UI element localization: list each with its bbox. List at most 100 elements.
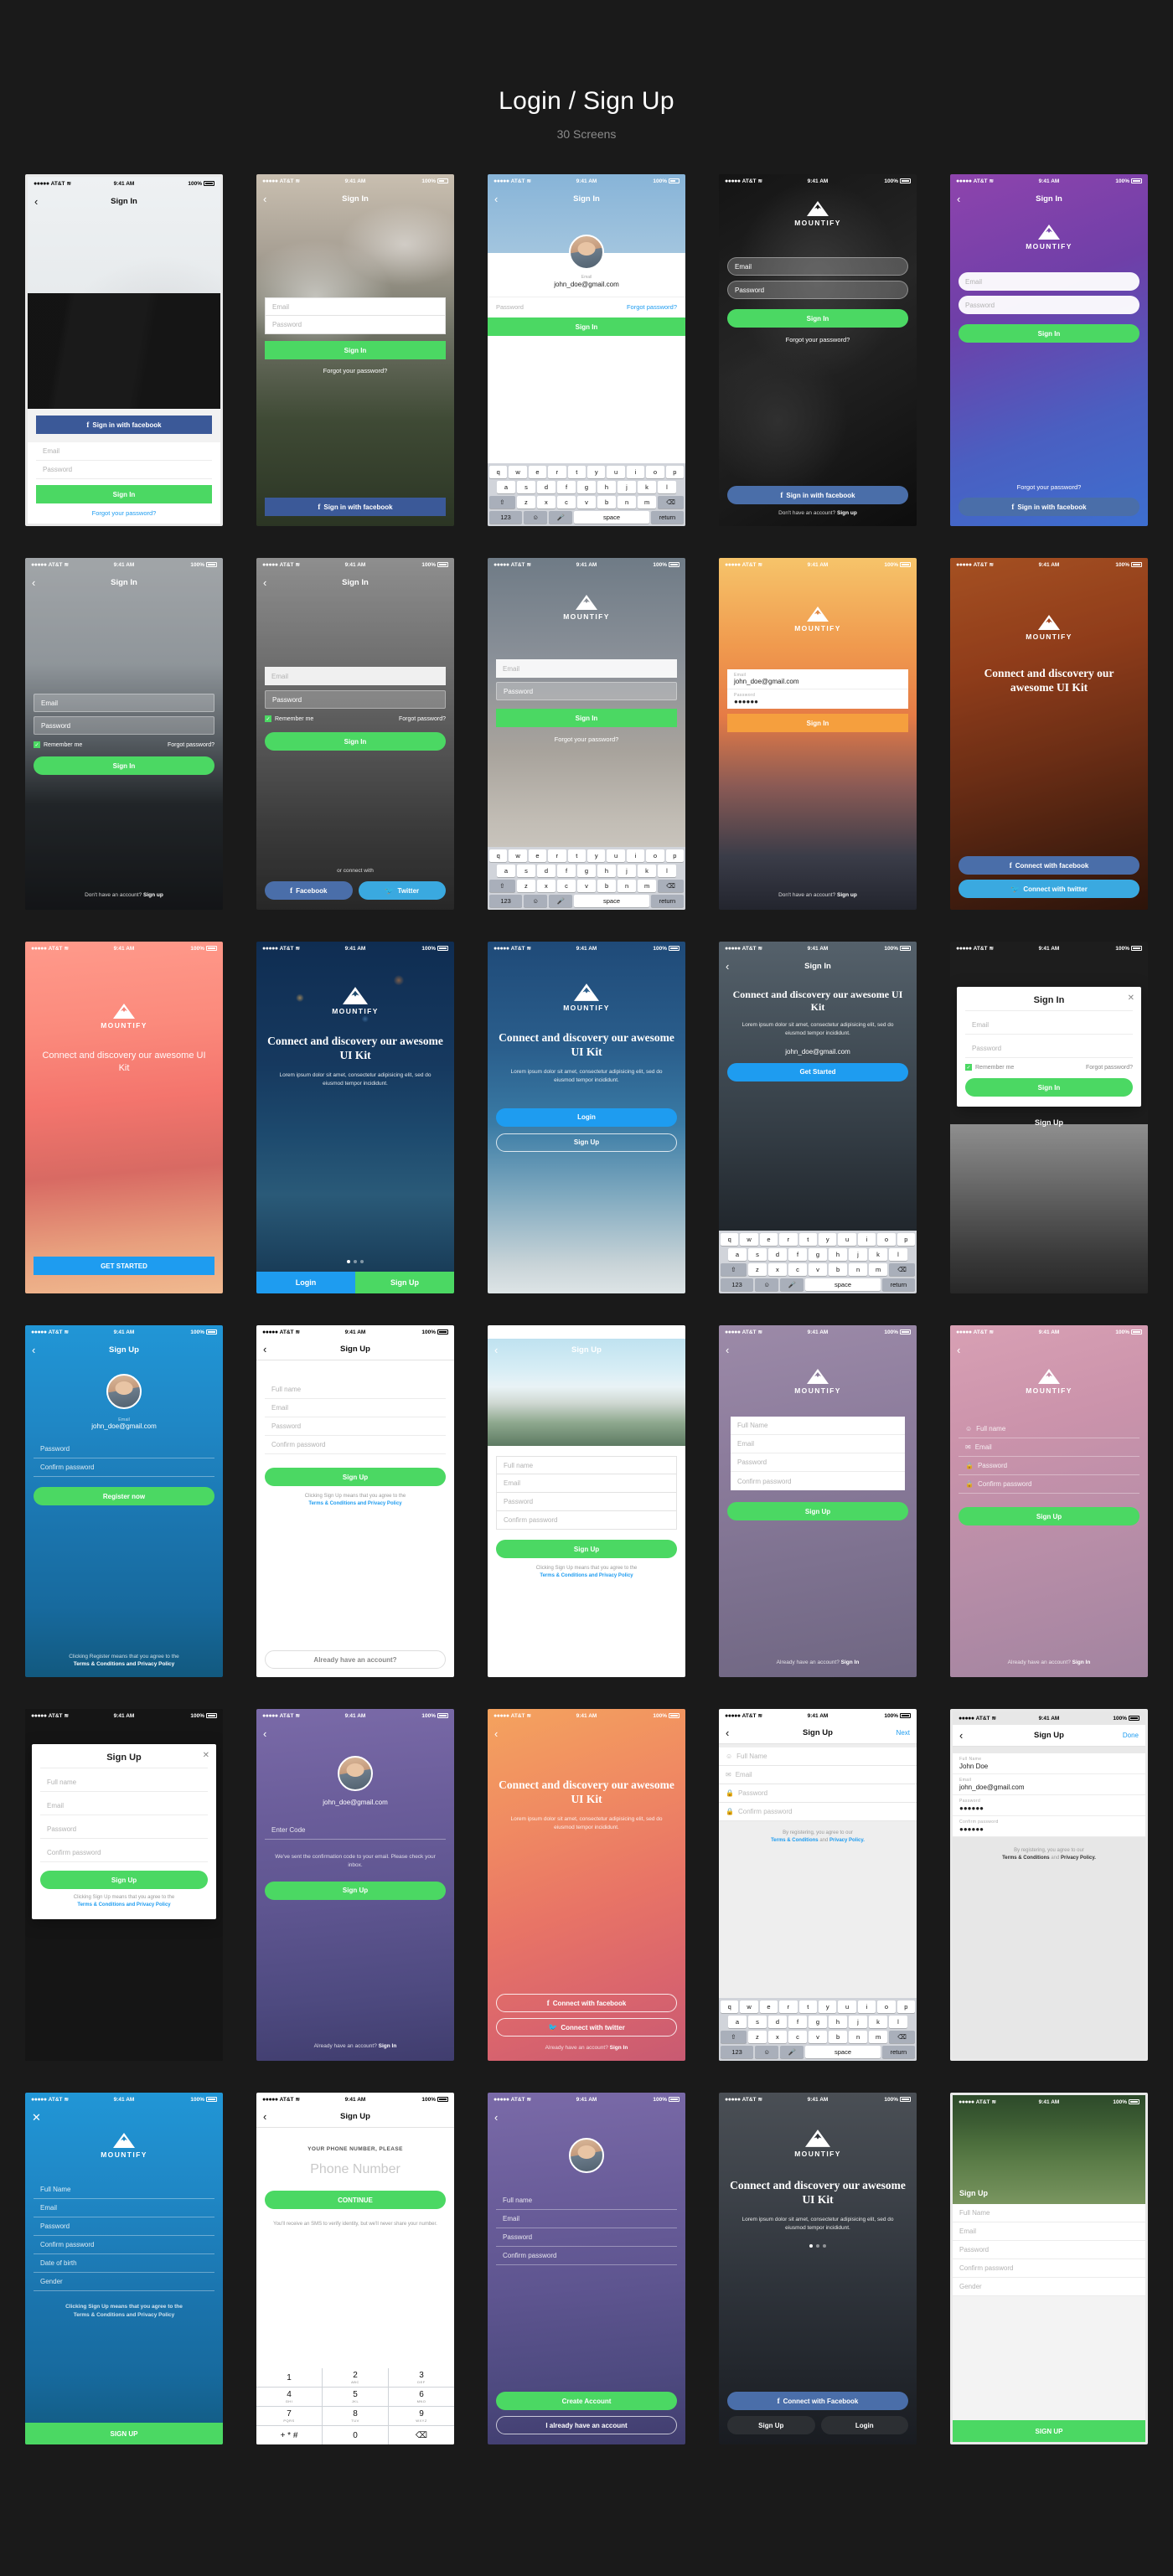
key-h[interactable]: h [829, 1248, 847, 1261]
key-w[interactable]: w [509, 466, 527, 478]
fullname-input[interactable]: Full name [40, 1773, 208, 1792]
avatar[interactable] [569, 2138, 604, 2173]
facebook-button[interactable]: f Facebook [265, 881, 353, 900]
fullname-input[interactable]: Full name [496, 2191, 677, 2210]
signin-prompt[interactable]: Already have an account? Sign In [256, 2042, 454, 2051]
facebook-signin-button[interactable]: f Sign in with facebook [727, 486, 908, 505]
key-t[interactable]: t [567, 849, 586, 862]
email-input[interactable]: Email [34, 2199, 214, 2217]
key-f[interactable]: f [557, 865, 576, 877]
password-input[interactable]: Password [34, 2217, 214, 2236]
backspace-key[interactable]: ⌫ [889, 1263, 916, 1276]
close-icon[interactable]: ✕ [32, 2112, 41, 2123]
key-k[interactable]: k [869, 2016, 887, 2028]
password-field[interactable]: Password ●●●●●● [953, 1795, 1145, 1816]
key-a[interactable]: a [728, 2016, 747, 2028]
twitter-connect-button[interactable]: 🐦 Connect with twitter [959, 880, 1139, 898]
password-input[interactable]: Password [959, 296, 1139, 314]
key-j[interactable]: j [849, 2016, 867, 2028]
key-i[interactable]: i [857, 2000, 876, 2013]
password-value[interactable]: ●●●●●● [734, 698, 902, 705]
forgot-password-link[interactable]: Forgot password? [627, 303, 677, 311]
create-account-button[interactable]: Create Account [496, 2392, 677, 2410]
numbers-key[interactable]: 123 [489, 511, 523, 524]
confirm-password-input[interactable]: Confirm password [40, 1844, 208, 1862]
key-h[interactable]: h [597, 865, 616, 877]
signin-button[interactable]: Sign In [488, 317, 685, 336]
key-u[interactable]: u [838, 1233, 856, 1246]
forgot-password-link[interactable]: Forgot your password? [496, 736, 677, 743]
signup-button[interactable]: Sign Up [40, 1871, 208, 1889]
fullname-input[interactable]: Full Name [953, 2204, 1145, 2222]
facebook-signin-button[interactable]: f Sign in with facebook [265, 498, 446, 516]
key-r[interactable]: r [548, 466, 566, 478]
key-e[interactable]: e [759, 1233, 778, 1246]
password-input[interactable]: Password [40, 1820, 208, 1839]
signin-button[interactable]: Sign In [34, 756, 214, 775]
key-f[interactable]: f [788, 1248, 807, 1261]
key-i[interactable]: i [626, 849, 645, 862]
signin-button[interactable]: Sign In [496, 709, 677, 727]
numbers-key[interactable]: 123 [721, 1278, 754, 1291]
return-key[interactable]: return [650, 511, 684, 524]
get-started-button[interactable]: Get Started [727, 1062, 908, 1082]
back-icon[interactable]: ‹ [957, 1345, 960, 1355]
key-n[interactable]: n [618, 496, 637, 508]
key-u[interactable]: u [838, 2000, 856, 2013]
key-v[interactable]: v [576, 880, 597, 892]
key-f[interactable]: f [788, 2016, 807, 2028]
key-o[interactable]: o [877, 2000, 896, 2013]
shift-key[interactable]: ⇧ [720, 2031, 747, 2043]
key-y[interactable]: y [587, 849, 606, 862]
get-started-button[interactable]: GET STARTED [34, 1257, 214, 1275]
numeric-keypad[interactable]: 1 2 ABC 3 DEF 4 GHI 5 JKL 6 MNO 7 PQRS 8 TUV 9W… [256, 2368, 454, 2444]
key-b[interactable]: b [597, 880, 617, 892]
emoji-icon[interactable]: ☺ [755, 1278, 779, 1291]
signup-button[interactable]: Sign Up [496, 1540, 677, 1558]
key-a[interactable]: a [497, 865, 515, 877]
return-key[interactable]: return [881, 2046, 915, 2058]
forgot-password-link[interactable]: Forgot password? [399, 716, 446, 722]
key-c[interactable]: c [556, 496, 576, 508]
signin-button[interactable]: Sign In [965, 1078, 1133, 1097]
email-input[interactable]: Email [36, 442, 212, 461]
key-q[interactable]: q [488, 466, 508, 478]
key-b[interactable]: b [597, 496, 617, 508]
key-y[interactable]: y [819, 1233, 837, 1246]
signin-prompt[interactable]: Already have an account? Sign In [496, 2044, 677, 2052]
key-e[interactable]: e [528, 466, 547, 478]
key-k[interactable]: k [869, 1248, 887, 1261]
password-input[interactable]: Password [496, 2228, 677, 2247]
numkey-5[interactable]: 5 JKL [323, 2388, 388, 2406]
fullname-input[interactable]: Full Name [34, 2181, 214, 2199]
shift-key[interactable]: ⇧ [488, 496, 515, 508]
signin-button[interactable]: Sign In [959, 324, 1139, 343]
key-s[interactable]: s [748, 1248, 767, 1261]
key-m[interactable]: m [869, 2031, 888, 2043]
key-m[interactable]: m [869, 1263, 888, 1276]
password-input[interactable]: Password [265, 316, 446, 334]
dot-1[interactable] [347, 1260, 350, 1263]
email-field[interactable]: Email john_doe@gmail.com [953, 1774, 1145, 1795]
confirm-password-input[interactable]: 🔒 Confirm password [959, 1475, 1139, 1494]
email-input[interactable]: ✉ Email [959, 1438, 1139, 1457]
password-input[interactable]: Password [36, 461, 212, 479]
password-input[interactable]: Password [731, 1453, 905, 1472]
key-p[interactable]: p [665, 466, 685, 478]
numkey-symbols[interactable]: + * # [256, 2426, 322, 2444]
backspace-key[interactable]: ⌫ [658, 496, 685, 508]
carousel-dots[interactable] [256, 1260, 454, 1263]
twitter-connect-button[interactable]: 🐦 Connect with twitter [496, 2018, 677, 2037]
signin-button[interactable]: Sign In [727, 714, 908, 732]
keyboard[interactable]: q w e r t y u i o p a s d f g h j k l ⇧ … [488, 847, 685, 910]
key-j[interactable]: j [849, 1248, 867, 1261]
key-k[interactable]: k [638, 865, 656, 877]
email-input[interactable]: Email [34, 694, 214, 712]
password-input[interactable]: Password [496, 1493, 677, 1511]
key-e[interactable]: e [528, 849, 547, 862]
key-a[interactable]: a [497, 481, 515, 493]
key-z[interactable]: z [516, 880, 535, 892]
signup-prompt[interactable]: Don't have an account? Sign up [25, 891, 223, 900]
password-input[interactable]: Password [727, 281, 908, 299]
email-input[interactable]: Email [496, 2210, 677, 2228]
